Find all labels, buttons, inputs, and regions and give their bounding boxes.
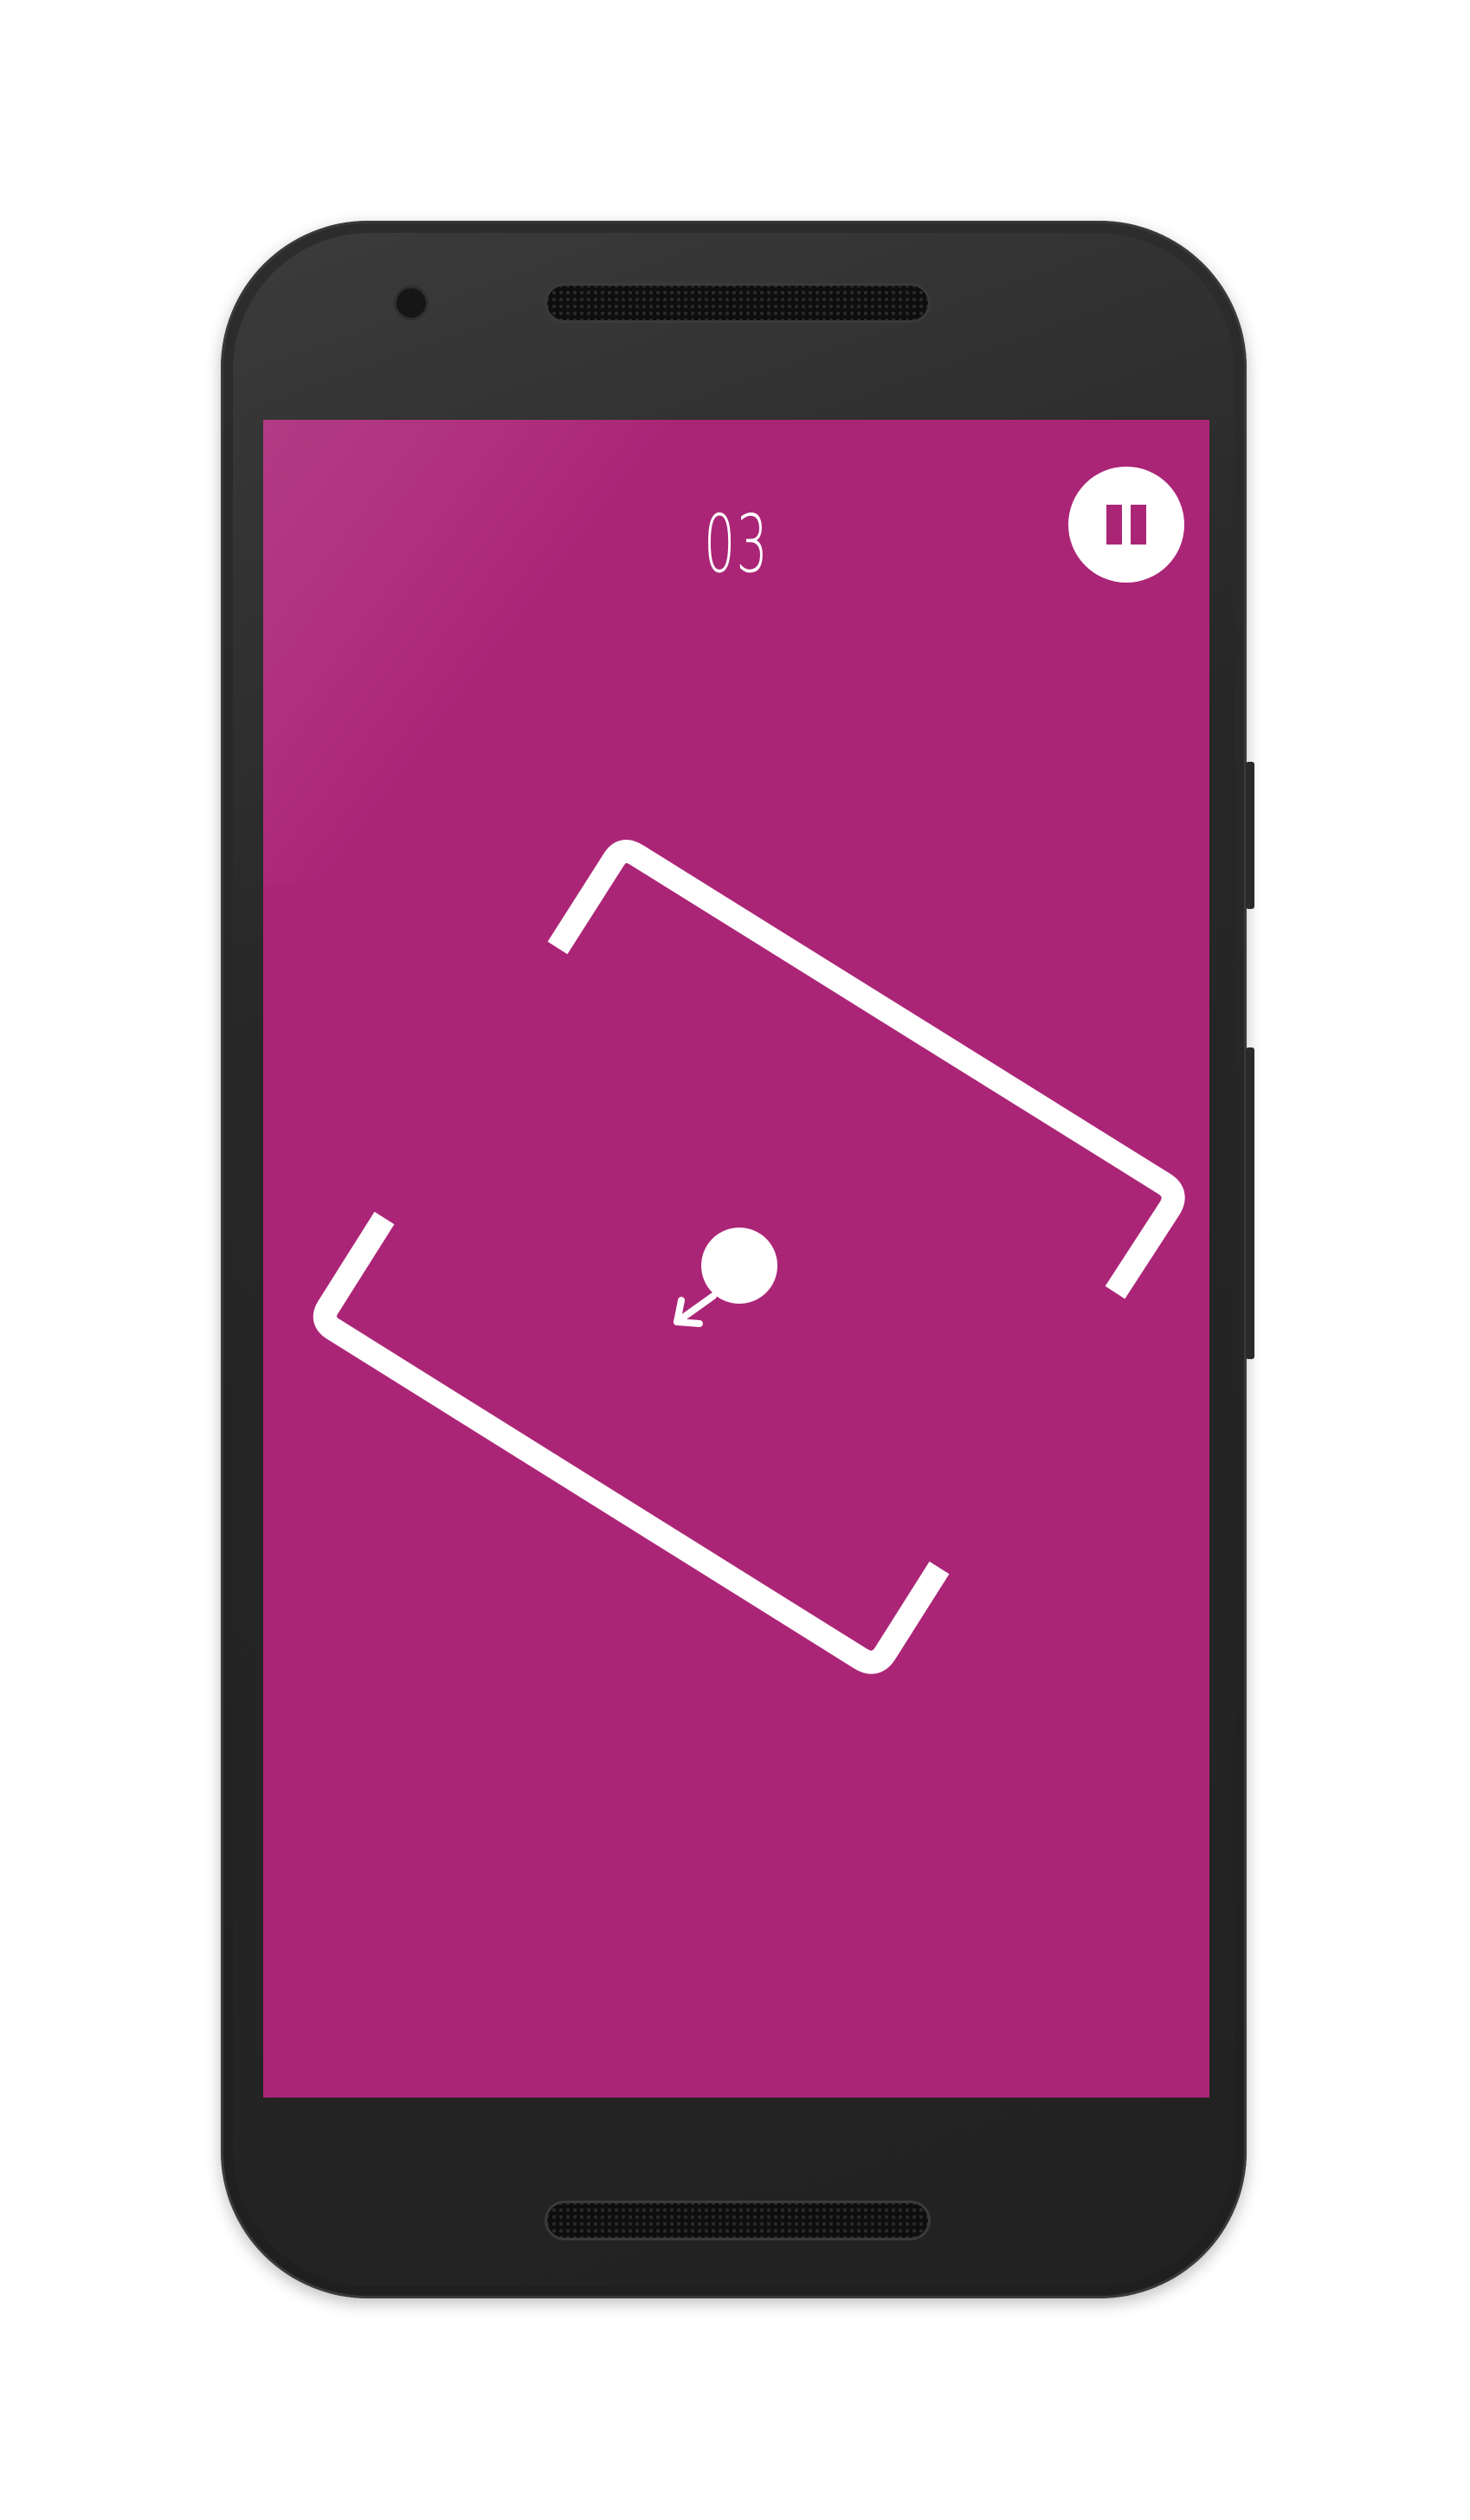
- ball: [701, 1228, 777, 1304]
- front-camera: [397, 288, 426, 318]
- lower-paddle-wall: [313, 1211, 950, 1674]
- upper-paddle-wall: [547, 840, 1185, 1299]
- volume-button: [1246, 1047, 1254, 1359]
- direction-arrow-icon: [674, 1292, 717, 1327]
- game-screen[interactable]: 03: [263, 420, 1209, 2098]
- top-speaker-grille: [547, 286, 928, 320]
- device-mockup: 03: [0, 0, 1470, 2520]
- power-button: [1246, 762, 1254, 909]
- bottom-speaker-grille: [547, 2203, 928, 2238]
- play-field: [313, 840, 1185, 1674]
